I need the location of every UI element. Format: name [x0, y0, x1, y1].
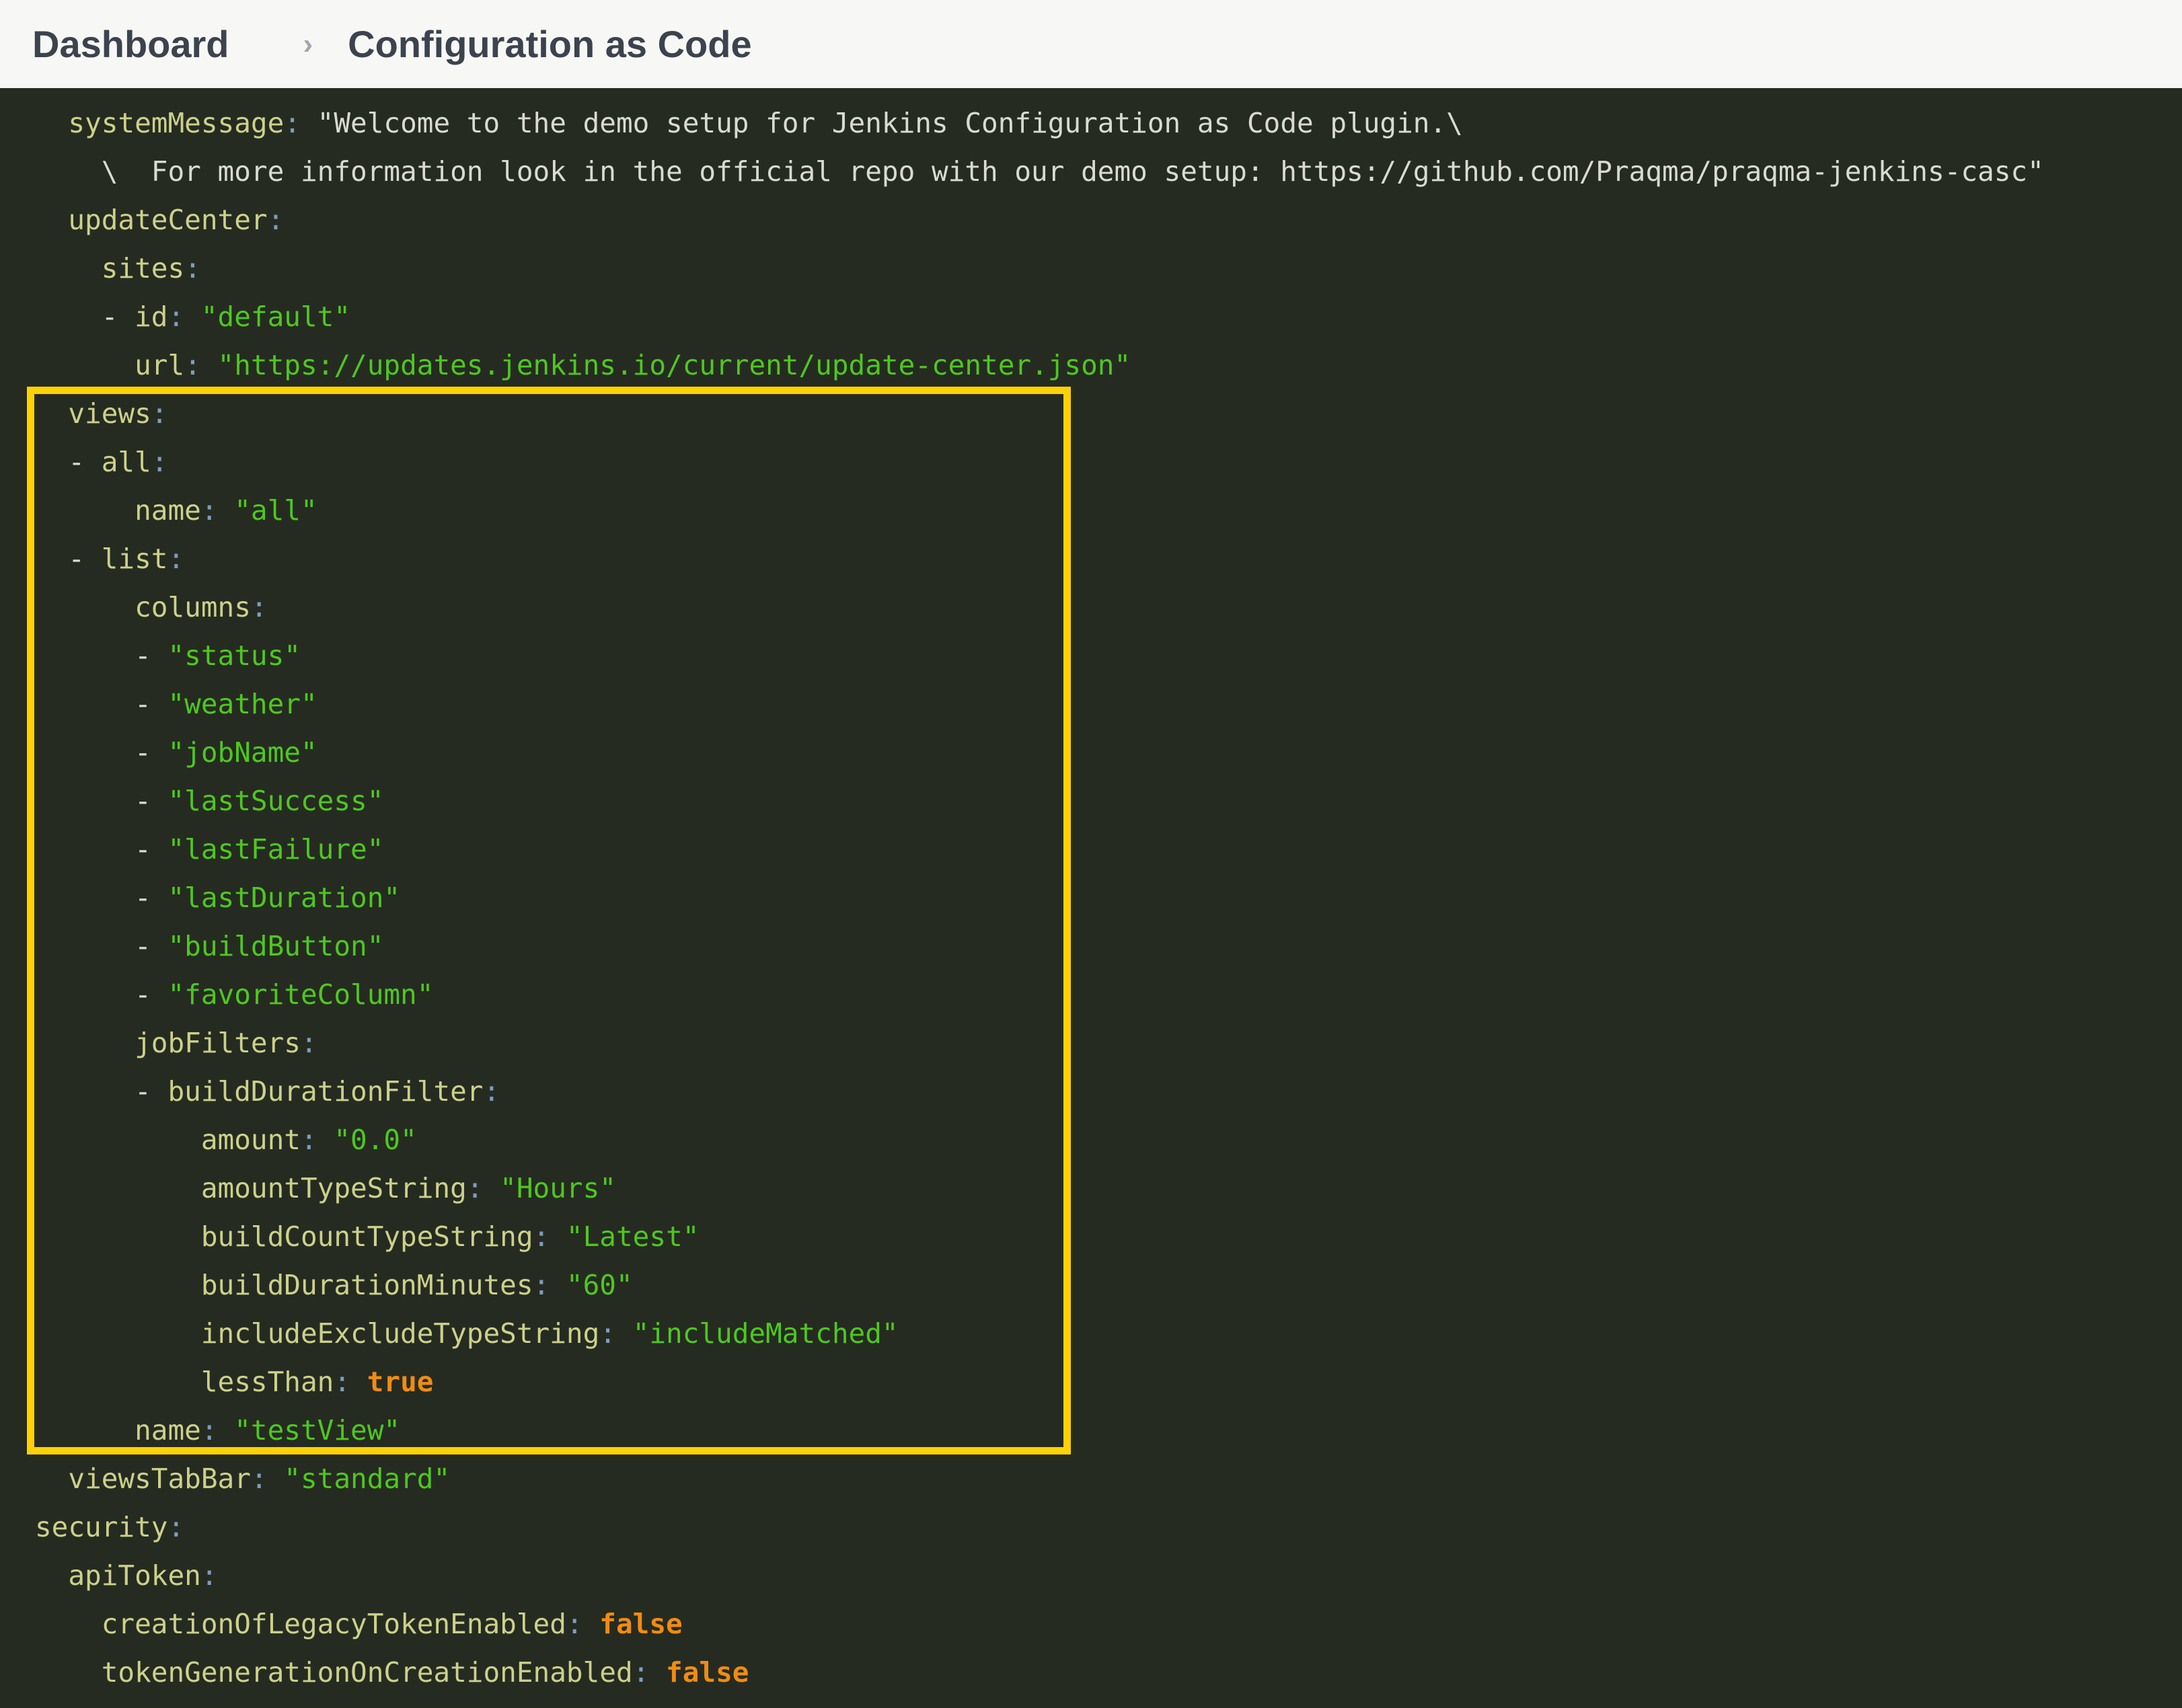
code-line: - "jobName"	[35, 728, 2182, 777]
breadcrumb-separator-icon: ›	[303, 28, 313, 61]
code-line: viewsTabBar: "standard"	[35, 1454, 2182, 1503]
code-line: url: "https://updates.jenkins.io/current…	[35, 341, 2182, 389]
code-line: security:	[35, 1503, 2182, 1551]
code-line: updateCenter:	[35, 196, 2182, 244]
code-line: - buildDurationFilter:	[35, 1067, 2182, 1116]
code-line: - "lastFailure"	[35, 825, 2182, 874]
code-line: amount: "0.0"	[35, 1116, 2182, 1164]
code-line: - "favoriteColumn"	[35, 970, 2182, 1019]
code-line: - "lastSuccess"	[35, 777, 2182, 825]
code-line: lessThan: true	[35, 1358, 2182, 1406]
code-line: - "lastDuration"	[35, 874, 2182, 922]
breadcrumb-item-configuration-as-code[interactable]: Configuration as Code	[348, 22, 751, 66]
code-line: name: "all"	[35, 486, 2182, 535]
code-line: jobFilters:	[35, 1019, 2182, 1067]
code-line: - "status"	[35, 631, 2182, 680]
code-line: views:	[35, 389, 2182, 438]
code-block: systemMessage: "Welcome to the demo setu…	[35, 99, 2182, 1697]
code-line: creationOfLegacyTokenEnabled: false	[35, 1600, 2182, 1648]
code-line: sites:	[35, 244, 2182, 293]
code-line: \ For more information look in the offic…	[35, 147, 2182, 196]
code-line: includeExcludeTypeString: "includeMatche…	[35, 1309, 2182, 1358]
code-line: amountTypeString: "Hours"	[35, 1164, 2182, 1212]
code-line: tokenGenerationOnCreationEnabled: false	[35, 1648, 2182, 1697]
code-line: systemMessage: "Welcome to the demo setu…	[35, 99, 2182, 147]
code-line: - id: "default"	[35, 293, 2182, 341]
code-line: columns:	[35, 583, 2182, 631]
code-line: - list:	[35, 535, 2182, 583]
code-line: buildCountTypeString: "Latest"	[35, 1212, 2182, 1261]
code-line: apiToken:	[35, 1551, 2182, 1600]
code-line: name: "testView"	[35, 1406, 2182, 1454]
breadcrumb: Dashboard › Configuration as Code	[0, 0, 2182, 88]
breadcrumb-item-dashboard[interactable]: Dashboard	[32, 22, 229, 66]
code-line: - "buildButton"	[35, 922, 2182, 970]
code-line: buildDurationMinutes: "60"	[35, 1261, 2182, 1309]
code-line: - all:	[35, 438, 2182, 486]
code-area: systemMessage: "Welcome to the demo setu…	[0, 88, 2182, 1708]
code-line: - "weather"	[35, 680, 2182, 728]
